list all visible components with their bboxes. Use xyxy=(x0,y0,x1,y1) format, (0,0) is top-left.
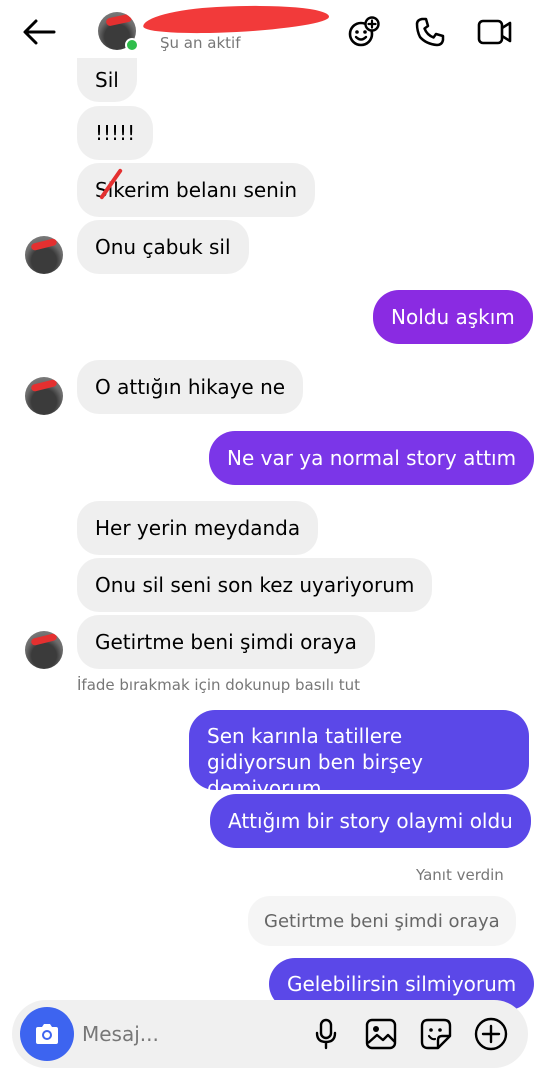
back-arrow-icon[interactable] xyxy=(20,14,58,50)
active-status: Şu an aktif xyxy=(160,34,241,52)
message-incoming[interactable]: !!!!! xyxy=(77,106,154,160)
sender-avatar[interactable] xyxy=(25,236,63,274)
contact-avatar[interactable] xyxy=(98,12,139,52)
reaction-hint: İfade bırakmak için dokunup basılı tut xyxy=(77,676,361,694)
effects-icon[interactable] xyxy=(346,14,382,50)
message-thread[interactable]: Sil !!!!! Sikerim belanı senin Onu çabuk… xyxy=(0,58,540,1010)
replied-message-quote[interactable]: Getirtme beni şimdi oraya xyxy=(248,896,516,946)
phone-icon[interactable] xyxy=(412,14,448,50)
reply-label: Yanıt verdin xyxy=(416,866,504,884)
message-text: Sikerim belanı senin xyxy=(95,178,298,202)
plus-icon[interactable] xyxy=(473,1016,509,1052)
online-indicator xyxy=(125,38,139,52)
chat-header: Şu an aktif xyxy=(0,0,540,64)
message-incoming[interactable]: Getirtme beni şimdi oraya xyxy=(77,615,375,669)
gallery-icon[interactable] xyxy=(363,1016,399,1052)
message-incoming[interactable]: Onu çabuk sil xyxy=(77,220,249,274)
microphone-icon[interactable] xyxy=(308,1016,344,1052)
message-incoming[interactable]: Sikerim belanı senin xyxy=(77,163,316,217)
sender-avatar[interactable] xyxy=(25,377,63,415)
message-outgoing[interactable]: Noldu aşkım xyxy=(373,290,533,344)
message-incoming[interactable]: Onu sil seni son kez uyariyorum xyxy=(77,558,433,612)
message-incoming[interactable]: O attığın hikaye ne xyxy=(77,360,304,414)
message-outgoing[interactable]: Attığım bir story olaymi oldu xyxy=(210,794,531,848)
sticker-icon[interactable] xyxy=(418,1016,454,1052)
message-input[interactable] xyxy=(82,1018,282,1050)
message-composer xyxy=(12,1000,528,1068)
message-outgoing[interactable]: Ne var ya normal story attım xyxy=(209,431,535,485)
video-call-icon[interactable] xyxy=(477,14,513,50)
contact-name-redacted[interactable] xyxy=(142,1,330,37)
camera-icon[interactable] xyxy=(20,1007,74,1061)
message-outgoing[interactable]: Sen karınla tatillere gidiyorsun ben bir… xyxy=(189,710,529,800)
message-incoming[interactable]: Sil xyxy=(77,58,137,102)
sender-avatar[interactable] xyxy=(25,631,63,669)
message-incoming[interactable]: Her yerin meydanda xyxy=(77,501,319,555)
